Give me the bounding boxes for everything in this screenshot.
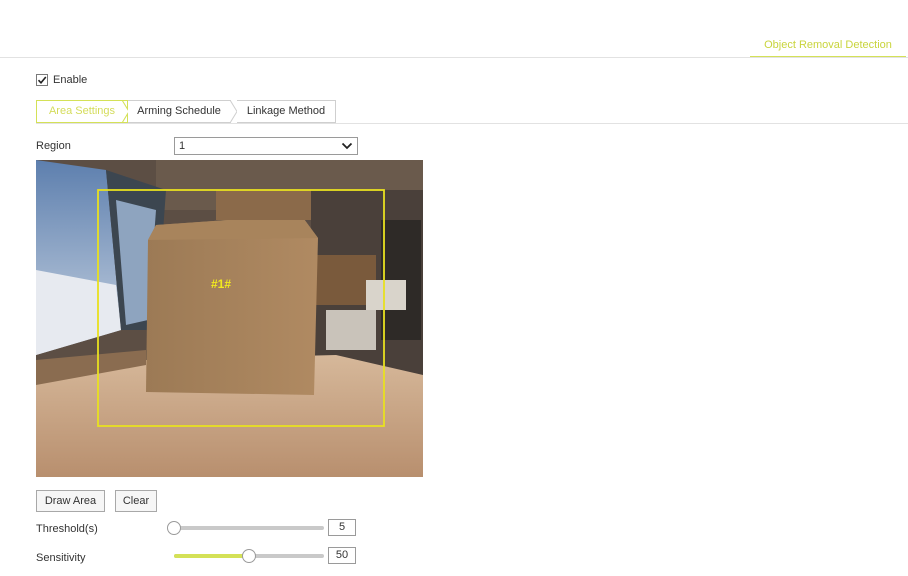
sensitivity-label: Sensitivity [36,552,86,564]
threshold-label: Threshold(s) [36,523,98,535]
checkmark-icon [37,76,47,85]
threshold-handle[interactable] [167,521,182,535]
enable-label: Enable [53,74,88,86]
clear-button[interactable]: Clear [115,490,157,512]
sensitivity-input[interactable]: 50 [328,547,356,564]
subtab-linkage-method[interactable]: Linkage Method [237,100,336,123]
sensitivity-fill [174,554,249,558]
region-tag: #1# [211,277,231,291]
enable-checkbox[interactable] [36,74,48,86]
subtab-divider [36,123,908,124]
subtab-arming-schedule[interactable]: Arming Schedule [128,100,231,123]
region-select-value: 1 [179,140,186,152]
draw-area-button[interactable]: Draw Area [36,490,105,512]
enable-row[interactable]: Enable [36,74,87,86]
sensitivity-slider[interactable] [174,549,324,563]
subtab-area-settings[interactable]: Area Settings [36,100,128,123]
region-select[interactable]: 1 [174,137,358,155]
tab-object-removal-detection[interactable]: Object Removal Detection [750,36,906,58]
chevron-down-icon [341,142,353,150]
threshold-input[interactable]: 5 [328,519,356,536]
threshold-slider[interactable] [167,521,324,535]
video-preview[interactable]: #1# [36,160,423,477]
sensitivity-handle[interactable] [242,549,256,563]
camera-scene: #1# [36,160,423,477]
top-divider [0,57,908,58]
region-label: Region [36,140,71,152]
